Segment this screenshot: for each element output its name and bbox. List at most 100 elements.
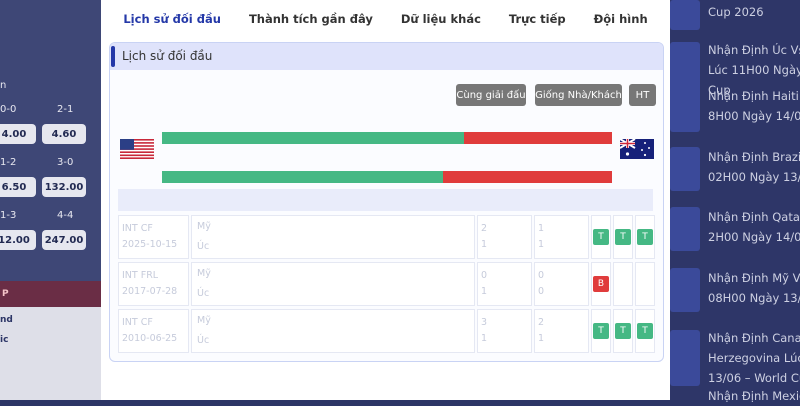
bottom-text: nd bbox=[0, 315, 13, 325]
odds-pill[interactable]: 132.00 bbox=[42, 177, 86, 197]
away-win-segment bbox=[443, 171, 612, 183]
news-title-line: Nhận Định Canad bbox=[708, 331, 800, 345]
competition: INT FRL bbox=[122, 270, 159, 281]
filter-same-league-button[interactable]: Cùng giải đấu bbox=[456, 84, 526, 106]
match-date: 2010-06-25 bbox=[122, 333, 178, 344]
result-badge: T bbox=[593, 323, 609, 339]
cell-teams bbox=[191, 262, 475, 306]
match-date: 2025-10-15 bbox=[122, 239, 178, 250]
ht-home: 1 bbox=[538, 223, 545, 234]
news-title-line: Herzegovina Lúc bbox=[708, 351, 800, 365]
cell-result bbox=[613, 262, 633, 306]
win-ratio-bar bbox=[162, 171, 612, 183]
news-title-line: 8H00 Ngày 14/06 bbox=[708, 109, 800, 123]
competition: INT CF bbox=[122, 317, 153, 328]
away-win-segment bbox=[463, 132, 612, 144]
news-title-line: 13/06 – World Cu bbox=[708, 371, 800, 385]
cell-competition bbox=[118, 309, 189, 353]
result-badge: T bbox=[637, 229, 653, 245]
news-title-line: Nhận Định Haiti V bbox=[708, 89, 800, 103]
odds-pill[interactable]: 247.00 bbox=[42, 230, 86, 250]
odds-label: 0-0 bbox=[0, 104, 17, 115]
home-win-segment bbox=[162, 171, 444, 183]
news-title-line: 2H00 Ngày 14/06 bbox=[708, 230, 800, 244]
cell-ht bbox=[534, 309, 589, 353]
ht-home: 0 bbox=[538, 270, 545, 281]
result-badge: T bbox=[615, 323, 631, 339]
home-team: Mỹ bbox=[197, 221, 211, 232]
tab-lineup[interactable]: Đội hình bbox=[594, 12, 648, 26]
tab-live[interactable]: Trực tiếp bbox=[509, 12, 566, 26]
head-to-head-modal: Lịch sử đối đầu Thành tích gần đây Dữ li… bbox=[101, 0, 670, 400]
filter-home-away-button[interactable]: Giống Nhà/Khách bbox=[535, 84, 622, 106]
news-title-line: Nhận Định Úc Vs bbox=[708, 43, 800, 57]
result-badge: T bbox=[615, 229, 631, 245]
news-thumbnail bbox=[670, 207, 700, 251]
promo-banner[interactable]: P bbox=[0, 281, 101, 307]
news-title-line: Cup 2026 bbox=[708, 5, 764, 19]
cell-result bbox=[635, 262, 655, 306]
score-home: 3 bbox=[481, 317, 488, 328]
card-header: Lịch sử đối đầu bbox=[110, 43, 663, 70]
news-thumbnail bbox=[670, 88, 700, 132]
table-row[interactable]: INT CF 2010-06-25 Mỹ Úc 3 1 2 1 T T T bbox=[118, 309, 655, 353]
background-odds-panel: n 0-0 2-1 4.00 4.60 1-2 3-0 6.50 132.00 … bbox=[0, 0, 101, 400]
australia-flag-icon bbox=[620, 139, 654, 159]
table-row[interactable]: INT CF 2025-10-15 Mỹ Úc 2 1 1 1 T T T bbox=[118, 215, 655, 259]
table-header bbox=[118, 189, 653, 211]
odds-label: 1-2 bbox=[0, 157, 17, 168]
odds-label: 1-3 bbox=[0, 210, 17, 221]
tab-recent-form[interactable]: Thành tích gần đây bbox=[249, 12, 373, 26]
win-ratio-bar bbox=[162, 132, 612, 144]
news-title-line: 02H00 Ngày 13/06 bbox=[708, 170, 800, 184]
result-badge: T bbox=[637, 323, 653, 339]
away-team: Úc bbox=[197, 241, 210, 252]
score-away: 1 bbox=[481, 286, 488, 297]
news-title-line: Nhận Định Qatar bbox=[708, 210, 800, 224]
tab-other-data[interactable]: Dữ liệu khác bbox=[401, 12, 481, 26]
score-away: 1 bbox=[481, 333, 488, 344]
news-thumbnail bbox=[670, 147, 700, 191]
news-title-line: Lúc 11H00 Ngày bbox=[708, 63, 800, 77]
odds-pill[interactable]: 4.00 bbox=[0, 124, 36, 144]
odds-pill[interactable]: 4.60 bbox=[42, 124, 86, 144]
home-team: Mỹ bbox=[197, 315, 211, 326]
table-row[interactable]: INT FRL 2017-07-28 Mỹ Úc 0 1 0 0 B bbox=[118, 262, 655, 306]
header-accent bbox=[111, 46, 115, 67]
news-title-line: Nhận Định Mỹ Vs bbox=[708, 271, 800, 285]
odds-pill[interactable]: 12.00 bbox=[0, 230, 36, 250]
score-home: 0 bbox=[481, 270, 488, 281]
news-title-line: Nhận Định Brazil bbox=[708, 150, 800, 164]
odds-label: 3-0 bbox=[57, 157, 74, 168]
away-team: Úc bbox=[197, 335, 210, 346]
ht-home: 2 bbox=[538, 317, 545, 328]
result-badge: B bbox=[593, 276, 609, 292]
odds-pill[interactable]: 6.50 bbox=[0, 177, 36, 197]
match-date: 2017-07-28 bbox=[122, 286, 178, 297]
cell-teams bbox=[191, 309, 475, 353]
tab-head-to-head[interactable]: Lịch sử đối đầu bbox=[123, 12, 221, 26]
score-home: 2 bbox=[481, 223, 488, 234]
news-thumbnail bbox=[670, 0, 700, 30]
cell-teams bbox=[191, 215, 475, 259]
card-title: Lịch sử đối đầu bbox=[122, 49, 213, 63]
away-team: Úc bbox=[197, 288, 210, 299]
ht-away: 0 bbox=[538, 286, 545, 297]
head-to-head-card: Lịch sử đối đầu Cùng giải đấu Giống Nhà/… bbox=[109, 42, 664, 362]
cell-ht bbox=[534, 215, 589, 259]
cell-ht bbox=[534, 262, 589, 306]
partial-heading: n bbox=[0, 80, 7, 91]
competition: INT CF bbox=[122, 223, 153, 234]
filter-ht-button[interactable]: HT bbox=[629, 84, 656, 106]
news-title-line: 08H00 Ngày 13/06 bbox=[708, 291, 800, 305]
news-thumbnail bbox=[670, 330, 700, 386]
usa-flag-icon bbox=[120, 139, 154, 159]
cell-score bbox=[477, 215, 532, 259]
result-badge: T bbox=[593, 229, 609, 245]
score-away: 1 bbox=[481, 239, 488, 250]
bottom-panel: nd ic bbox=[0, 307, 101, 400]
cell-score bbox=[477, 309, 532, 353]
home-team: Mỹ bbox=[197, 268, 211, 279]
ht-away: 1 bbox=[538, 333, 545, 344]
background-news-list: Cup 2026 Nhận Định Úc Vs Lúc 11H00 Ngày … bbox=[670, 0, 800, 403]
